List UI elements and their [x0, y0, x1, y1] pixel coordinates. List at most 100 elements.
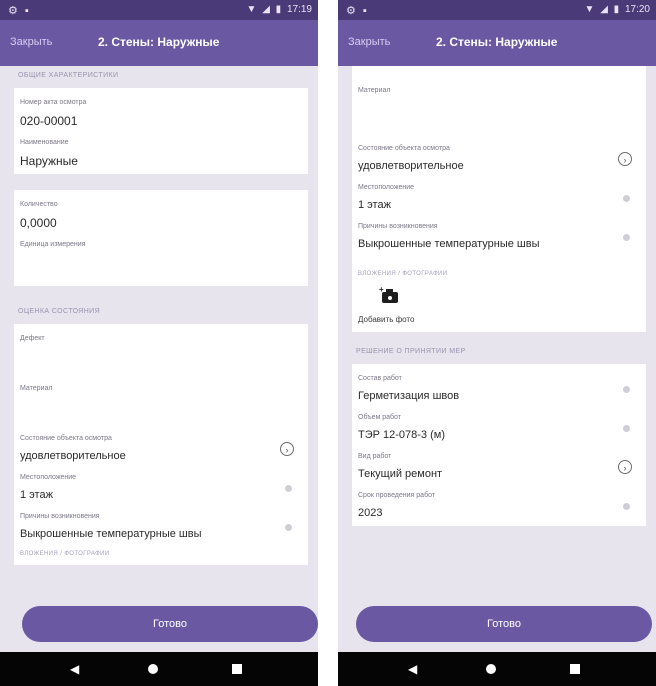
indicator-dot: [285, 485, 292, 492]
close-button[interactable]: Закрыть: [348, 36, 390, 48]
back-icon[interactable]: ◀: [70, 663, 79, 675]
card-general: Номер акта осмотра 020-00001 Наименовани…: [14, 88, 308, 174]
form-content[interactable]: ОБЩИЕ ХАРАКТЕРИСТИКИ Номер акта осмотра …: [0, 66, 318, 686]
wifi-icon: ▼: [584, 4, 595, 15]
field-label: Местоположение: [20, 474, 77, 481]
field-label: Количество: [20, 201, 58, 208]
page-title: 2. Стены: Наружные: [436, 35, 558, 49]
photos-section: ВЛОЖЕНИЯ / ФОТОГРАФИИ: [20, 545, 302, 563]
done-button[interactable]: Готово: [22, 606, 318, 642]
field-act-number[interactable]: Номер акта осмотра 020-00001: [20, 92, 302, 132]
add-photo-label[interactable]: Добавить фото: [358, 315, 640, 324]
chevron-right-icon[interactable]: ›: [280, 442, 294, 456]
photos-label: ВЛОЖЕНИЯ / ФОТОГРАФИИ: [20, 551, 110, 557]
field-label: Материал: [20, 385, 53, 392]
done-bar: Готово: [338, 602, 656, 652]
form-content[interactable]: Материал Состояние объекта осмотра удовл…: [338, 66, 656, 686]
field-location[interactable]: Местоположение 1 этаж: [358, 177, 640, 216]
clock: 17:20: [624, 4, 650, 15]
card-decision: Состав работ Герметизация швов Объем раб…: [352, 364, 646, 526]
field-label: Причины возникновения: [358, 223, 438, 230]
status-right: ▼ ◢ ▮ 17:20: [582, 4, 651, 15]
field-label: Срок проведения работ: [358, 492, 436, 499]
field-value: Текущий ремонт: [358, 468, 443, 480]
field-label: Состояние объекта осмотра: [358, 145, 450, 152]
field-condition[interactable]: Состояние объекта осмотра удовлетворител…: [358, 138, 640, 177]
field-label: Вид работ: [358, 453, 392, 460]
chevron-right-icon[interactable]: ›: [618, 460, 632, 474]
notification-icons: ⚙ ▪: [346, 5, 369, 17]
field-work-composition[interactable]: Состав работ Герметизация швов: [358, 368, 640, 407]
signal-icon: ◢: [600, 4, 608, 15]
status-right: ▼ ◢ ▮ 17:19: [244, 4, 313, 15]
field-label: Состав работ: [358, 375, 402, 382]
field-label: Материал: [358, 87, 391, 94]
back-icon[interactable]: ◀: [408, 663, 417, 675]
battery-icon: ▮: [613, 4, 620, 15]
signal-icon: ◢: [262, 4, 270, 15]
card-assessment: Материал Состояние объекта осмотра удовл…: [352, 66, 646, 332]
card-quantity: Количество 0,0000 Единица измерения: [14, 190, 308, 286]
indicator-dot: [623, 425, 630, 432]
recents-icon[interactable]: [570, 664, 580, 674]
field-material[interactable]: Материал: [20, 378, 302, 428]
field-value: Наружные: [20, 154, 78, 168]
app-bar: Закрыть 2. Стены: Наружные: [0, 20, 318, 66]
section-header-assessment: ОЦЕНКА СОСТОЯНИЯ: [0, 302, 318, 324]
done-bar: Готово: [0, 602, 318, 652]
status-bar: ⚙ ▪ ▼ ◢ ▮ 17:20: [338, 0, 656, 20]
field-value: удовлетворительное: [20, 450, 126, 462]
section-header-general: ОБЩИЕ ХАРАКТЕРИСТИКИ: [0, 66, 318, 88]
field-deadline[interactable]: Срок проведения работ 2023: [358, 485, 640, 524]
notification-icons: ⚙ ▪: [8, 5, 31, 17]
home-icon[interactable]: [486, 664, 496, 674]
field-value: Выкрошенные температурные швы: [358, 238, 540, 250]
field-value: 0,0000: [20, 216, 57, 230]
field-value: Герметизация швов: [358, 390, 460, 402]
clock: 17:19: [286, 4, 312, 15]
field-causes[interactable]: Причины возникновения Выкрошенные темпер…: [20, 506, 302, 545]
card-assessment: Дефект Материал Состояние объекта осмотр…: [14, 324, 308, 565]
indicator-dot: [285, 524, 292, 531]
field-value: ТЭР 12-078-3 (м): [358, 429, 445, 441]
field-condition[interactable]: Состояние объекта осмотра удовлетворител…: [20, 428, 302, 467]
wifi-icon: ▼: [246, 4, 257, 15]
divider: [0, 286, 318, 302]
field-label: Местоположение: [358, 184, 415, 191]
field-work-type[interactable]: Вид работ Текущий ремонт ›: [358, 446, 640, 485]
field-label: Объем работ: [358, 414, 401, 421]
field-quantity[interactable]: Количество 0,0000: [20, 194, 302, 234]
field-material[interactable]: Материал: [358, 80, 640, 130]
field-causes[interactable]: Причины возникновения Выкрошенные темпер…: [358, 216, 640, 255]
page-title: 2. Стены: Наружные: [98, 35, 220, 49]
field-label: Причины возникновения: [20, 513, 100, 520]
indicator-dot: [623, 503, 630, 510]
field-value: Выкрошенные температурные швы: [20, 528, 202, 540]
indicator-dot: [623, 234, 630, 241]
field-unit[interactable]: Единица измерения: [20, 234, 302, 284]
section-header-decision: РЕШЕНИЕ О ПРИНЯТИИ МЕР: [338, 342, 656, 364]
field-location[interactable]: Местоположение 1 этаж: [20, 467, 302, 506]
battery-icon: ▮: [275, 4, 282, 15]
field-work-volume[interactable]: Объем работ ТЭР 12-078-3 (м): [358, 407, 640, 446]
photos-label: ВЛОЖЕНИЯ / ФОТОГРАФИИ: [358, 271, 448, 277]
phone-screen-left: ⚙ ▪ ▼ ◢ ▮ 17:19 Закрыть 2. Стены: Наружн…: [0, 0, 318, 686]
field-value: 2023: [358, 507, 383, 519]
home-icon[interactable]: [148, 664, 158, 674]
camera-plus-icon[interactable]: +: [379, 285, 398, 303]
chevron-right-icon[interactable]: ›: [618, 152, 632, 166]
system-nav-bar: ◀: [0, 652, 318, 686]
close-button[interactable]: Закрыть: [10, 36, 52, 48]
recents-icon[interactable]: [232, 664, 242, 674]
done-button[interactable]: Готово: [356, 606, 652, 642]
field-label: Дефект: [20, 335, 45, 342]
field-name[interactable]: Наименование Наружные: [20, 132, 302, 172]
phone-screen-right: ⚙ ▪ ▼ ◢ ▮ 17:20 Закрыть 2. Стены: Наружн…: [338, 0, 656, 686]
app-bar: Закрыть 2. Стены: Наружные: [338, 20, 656, 66]
field-label: Номер акта осмотра: [20, 99, 87, 106]
indicator-dot: [623, 386, 630, 393]
field-defect[interactable]: Дефект: [20, 328, 302, 378]
field-label: Наименование: [20, 139, 69, 146]
system-nav-bar: ◀: [338, 652, 656, 686]
divider: [338, 332, 656, 342]
